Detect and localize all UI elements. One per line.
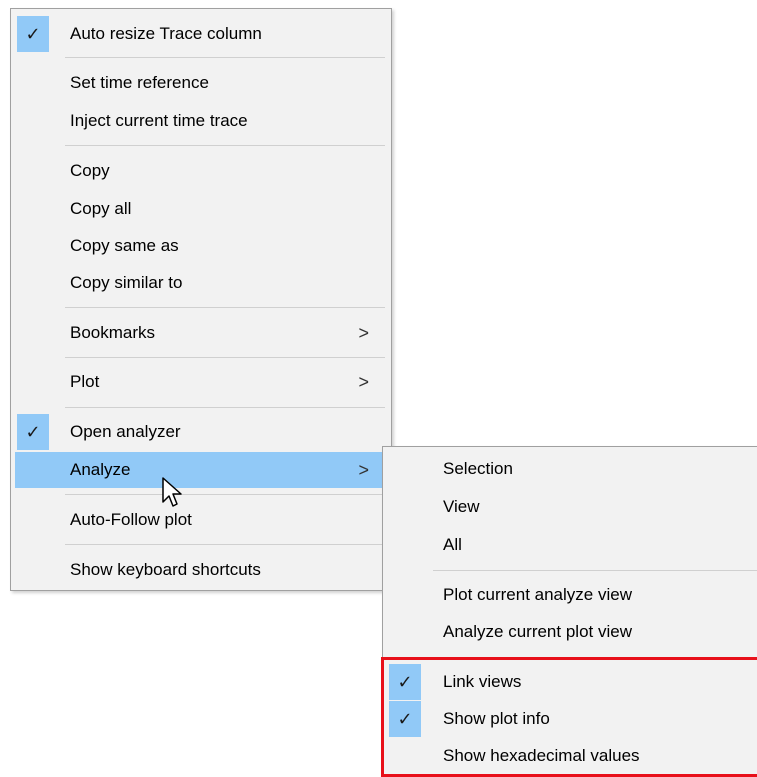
menu-item-label: Analyze <box>70 460 131 479</box>
menu-item-label: Analyze current plot view <box>443 622 632 641</box>
submenu-item-view[interactable]: View <box>387 489 757 525</box>
menu-item-label: Show hexadecimal values <box>443 746 640 765</box>
menu-item-open-analyzer[interactable]: ✓ Open analyzer <box>15 414 387 450</box>
menu-item-label: Show plot info <box>443 709 550 728</box>
checkmark-icon: ✓ <box>389 664 421 700</box>
menu-item-label: Show keyboard shortcuts <box>70 560 261 579</box>
menu-separator <box>65 357 385 358</box>
menu-item-auto-follow-plot[interactable]: Auto-Follow plot <box>15 502 387 538</box>
menu-separator <box>65 307 385 308</box>
menu-item-set-time-reference[interactable]: Set time reference <box>15 65 387 101</box>
menu-separator <box>65 145 385 146</box>
menu-item-label: Auto resize Trace column <box>70 24 262 43</box>
checkmark-icon: ✓ <box>17 16 49 52</box>
menu-item-copy-all[interactable]: Copy all <box>15 191 387 227</box>
submenu-item-all[interactable]: All <box>387 527 757 563</box>
chevron-right-icon: > <box>358 372 369 392</box>
menu-item-label: Selection <box>443 459 513 478</box>
menu-item-label: Inject current time trace <box>70 111 248 130</box>
menu-item-label: All <box>443 535 462 554</box>
menu-separator <box>65 544 385 545</box>
menu-item-label: Copy all <box>70 199 132 218</box>
chevron-right-icon: > <box>358 460 369 480</box>
menu-item-copy[interactable]: Copy <box>15 153 387 189</box>
submenu-item-analyze-current-plot-view[interactable]: Analyze current plot view <box>387 614 757 650</box>
menu-item-label: Bookmarks <box>70 323 156 342</box>
chevron-right-icon: > <box>358 323 369 343</box>
menu-item-label: Plot current analyze view <box>443 585 632 604</box>
mouse-pointer-icon <box>162 477 182 507</box>
menu-item-auto-resize-trace-column[interactable]: ✓ Auto resize Trace column <box>15 16 387 52</box>
menu-item-label: Open analyzer <box>70 422 181 441</box>
menu-item-copy-similar-to[interactable]: Copy similar to <box>15 265 387 301</box>
menu-item-plot[interactable]: Plot > <box>15 364 387 400</box>
menu-item-label: View <box>443 497 480 516</box>
menu-separator <box>433 570 757 571</box>
menu-item-inject-current-time-trace[interactable]: Inject current time trace <box>15 103 387 139</box>
checkmark-icon: ✓ <box>389 701 421 737</box>
submenu-item-plot-current-analyze-view[interactable]: Plot current analyze view <box>387 577 757 613</box>
submenu-item-selection[interactable]: Selection <box>387 451 757 487</box>
submenu-item-show-plot-info[interactable]: ✓ Show plot info <box>387 701 757 737</box>
menu-separator <box>65 407 385 408</box>
menu-item-bookmarks[interactable]: Bookmarks > <box>15 315 387 351</box>
analyze-submenu: Selection View All Plot current analyze … <box>382 446 757 776</box>
menu-item-analyze[interactable]: Analyze > <box>15 452 387 488</box>
menu-separator <box>65 57 385 58</box>
menu-item-label: Copy <box>70 161 110 180</box>
context-menu: ✓ Auto resize Trace column Set time refe… <box>10 8 392 591</box>
submenu-item-show-hexadecimal-values[interactable]: Show hexadecimal values <box>387 738 757 774</box>
menu-item-label: Copy same as <box>70 236 179 255</box>
menu-item-label: Link views <box>443 672 522 691</box>
submenu-item-link-views[interactable]: ✓ Link views <box>387 664 757 700</box>
menu-item-label: Plot <box>70 372 100 391</box>
checkmark-icon: ✓ <box>17 414 49 450</box>
menu-item-copy-same-as[interactable]: Copy same as <box>15 228 387 264</box>
menu-item-label: Set time reference <box>70 73 209 92</box>
menu-separator <box>433 657 757 658</box>
menu-separator <box>65 494 385 495</box>
menu-item-label: Copy similar to <box>70 273 183 292</box>
menu-item-show-keyboard-shortcuts[interactable]: Show keyboard shortcuts <box>15 552 387 588</box>
